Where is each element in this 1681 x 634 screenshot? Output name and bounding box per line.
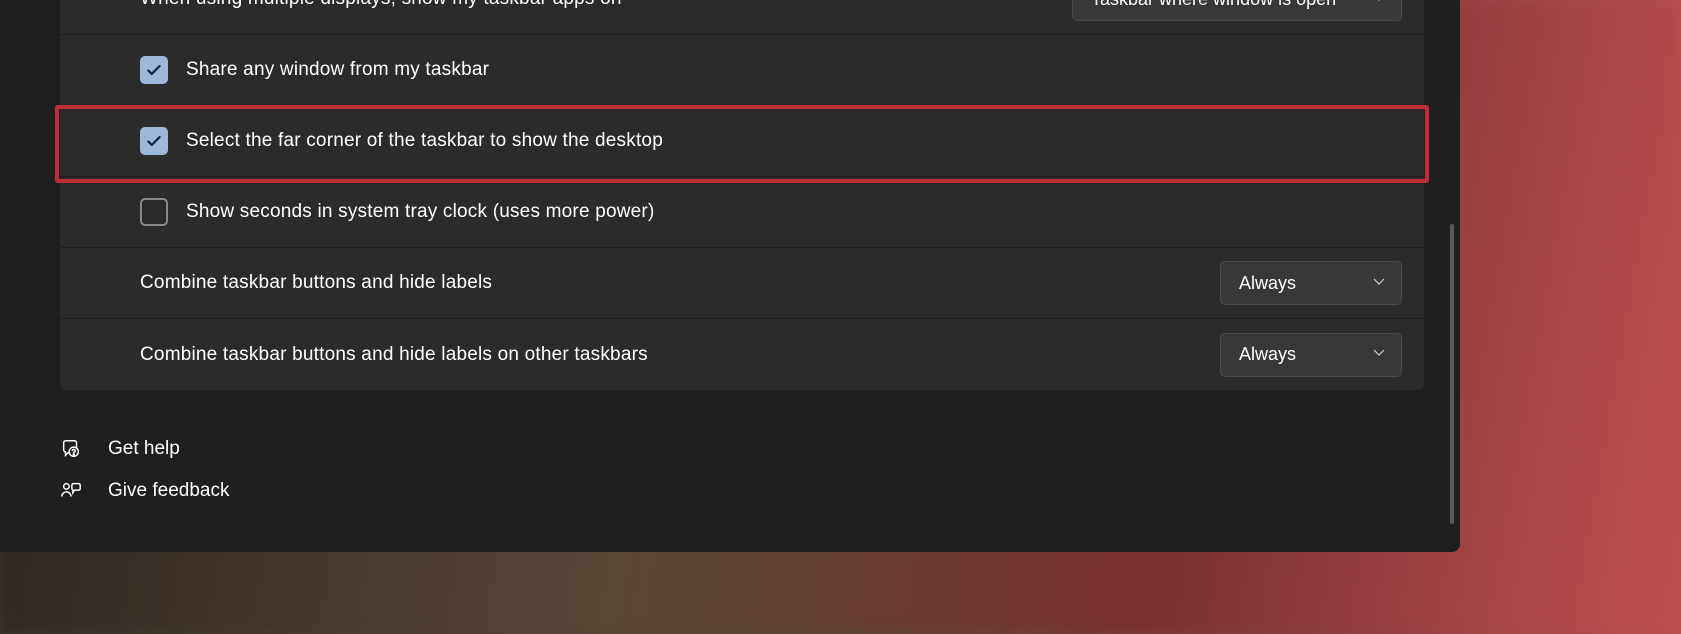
panel-scrollbar[interactable] <box>1450 224 1454 524</box>
settings-panel: When using multiple displays, show my ta… <box>0 0 1460 552</box>
share-window-checkbox[interactable] <box>140 56 168 84</box>
setting-label: Select the far corner of the taskbar to … <box>186 130 663 152</box>
setting-label: Combine taskbar buttons and hide labels … <box>140 344 648 366</box>
chevron-down-icon <box>1351 344 1387 365</box>
setting-label: Share any window from my taskbar <box>186 59 489 81</box>
setting-label: When using multiple displays, show my ta… <box>140 0 622 10</box>
setting-label: Show seconds in system tray clock (uses … <box>186 201 654 223</box>
chevron-down-icon <box>1351 273 1387 294</box>
chevron-down-icon <box>1351 0 1387 10</box>
setting-row-combine: Combine taskbar buttons and hide labels … <box>60 248 1424 319</box>
multidisplay-dropdown[interactable]: Taskbar where window is open <box>1072 0 1402 21</box>
show-seconds-checkbox[interactable] <box>140 198 168 226</box>
setting-row-multidisplay: When using multiple displays, show my ta… <box>60 0 1424 35</box>
taskbar-behaviors-list: When using multiple displays, show my ta… <box>60 0 1424 390</box>
footer-link-label: Get help <box>108 438 180 460</box>
far-corner-checkbox[interactable] <box>140 127 168 155</box>
get-help-link[interactable]: Get help <box>60 438 229 460</box>
dropdown-value: Taskbar where window is open <box>1091 0 1336 10</box>
footer-link-label: Give feedback <box>108 480 229 502</box>
help-icon <box>60 438 82 460</box>
combine-other-dropdown[interactable]: Always <box>1220 333 1402 377</box>
setting-label: Combine taskbar buttons and hide labels <box>140 272 492 294</box>
setting-row-combine-other: Combine taskbar buttons and hide labels … <box>60 319 1424 390</box>
combine-dropdown[interactable]: Always <box>1220 261 1402 305</box>
footer-links: Get help Give feedback <box>60 438 229 502</box>
give-feedback-link[interactable]: Give feedback <box>60 480 229 502</box>
dropdown-value: Always <box>1239 344 1296 365</box>
setting-row-show-seconds: Show seconds in system tray clock (uses … <box>60 177 1424 248</box>
dropdown-value: Always <box>1239 273 1296 294</box>
feedback-icon <box>60 480 82 502</box>
setting-row-far-corner: Select the far corner of the taskbar to … <box>60 106 1424 177</box>
setting-row-share-window: Share any window from my taskbar <box>60 35 1424 106</box>
